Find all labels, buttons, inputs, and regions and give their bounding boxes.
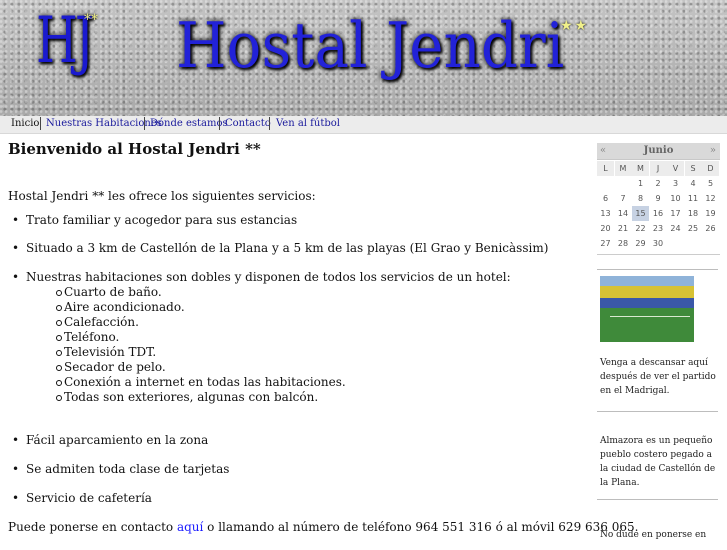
bullet: • [12,270,20,284]
nav-item-inicio[interactable]: Inicio [11,116,39,131]
nav-item-futbol[interactable]: Ven al fútbol [276,116,340,131]
service-text: Fácil aparcamiento en la zona [26,433,209,447]
calendar-day[interactable]: 14 [615,206,632,221]
bullet: • [12,433,20,447]
calendar-day[interactable]: 10 [667,191,684,206]
service-text: Se admiten toda clase de tarjetas [26,462,230,476]
futbol-text: Venga a descansar aquí después de ver el… [600,358,716,396]
calendar-month: Junio [643,145,674,156]
calendar-day[interactable]: 24 [667,221,684,236]
calendar-day[interactable]: 17 [667,206,684,221]
calendar-day[interactable]: 8 [632,191,649,206]
page-title: Bienvenido al Hostal Jendri ** [8,140,261,158]
calendar-day[interactable]: 13 [597,206,614,221]
calendar-header: « Junio » [597,143,720,160]
logo-stars: ** [84,12,98,28]
calendar-weekday: V [667,161,684,176]
nav-item-contacto[interactable]: Contacto [225,116,271,131]
bullet: • [12,462,20,476]
calendar-day[interactable]: 26 [702,221,719,236]
calendar-day[interactable]: 22 [632,221,649,236]
calendar-day[interactable]: 20 [597,221,614,236]
calendar-day[interactable]: 21 [615,221,632,236]
calendar-day[interactable]: 16 [650,206,667,221]
main-nav: Inicio Nuestras Habitaciones Dónde estam… [0,116,727,134]
calendar-day[interactable]: 19 [702,206,719,221]
hostal-logo[interactable]: HJ [36,6,94,76]
contact-text: No dude en ponerse en [600,530,707,540]
contact-info: No dude en ponerse en [597,499,718,550]
calendar-weekday: L [597,161,614,176]
calendar-next-icon[interactable]: » [710,145,716,156]
service-text: Nuestras habitaciones son dobles y dispo… [26,270,511,284]
calendar-day[interactable]: 25 [685,221,702,236]
intro-text: Hostal Jendri ** les ofrece los siguient… [8,189,316,203]
calendar-day[interactable]: 18 [685,206,702,221]
calendar-day[interactable]: 11 [685,191,702,206]
title-stars: ★★ [560,18,590,34]
site-title: Hostal Jendri [176,9,565,82]
futbol-promo: Venga a descansar aquí después de ver el… [597,269,718,410]
stadium-image[interactable] [600,276,694,342]
calendar-day[interactable]: 2 [650,176,667,191]
calendar-weekday: M [614,161,632,176]
calendar-day[interactable]: 23 [650,221,667,236]
calendar-day[interactable]: 1 [632,176,649,191]
bullet: • [12,241,20,255]
calendar-day-today[interactable]: 15 [632,206,649,221]
calendar-day[interactable]: 28 [615,236,632,251]
header-banner: HJ ** Hostal Jendri ★★ [0,0,727,116]
calendar-day[interactable]: 7 [615,191,632,206]
calendar-day[interactable]: 27 [597,236,614,251]
calendar-divider [597,254,720,255]
calendar-weekday: S [684,161,702,176]
calendar-weekday: D [702,161,719,176]
calendar-day[interactable]: 30 [650,236,667,251]
calendar-day[interactable]: 9 [650,191,667,206]
nav-separator [219,117,220,130]
almazora-text: Almazora es un pequeño pueblo costero pe… [600,436,716,488]
almazora-info: Almazora es un pequeño pueblo costero pe… [597,411,718,492]
service-text: Servicio de cafetería [26,491,152,505]
nav-item-donde-estamos[interactable]: Dónde estamos [150,116,228,131]
calendar-weekday: M [632,161,649,176]
bullet: • [12,491,20,505]
calendar-day[interactable]: 6 [597,191,614,206]
calendar-day[interactable]: 4 [685,176,702,191]
calendar-day[interactable]: 5 [702,176,719,191]
calendar-day[interactable]: 29 [632,236,649,251]
nav-separator [269,117,270,130]
nav-separator [144,117,145,130]
service-text: Trato familiar y acogedor para sus estan… [26,213,298,227]
contact-paragraph: Puede ponerse en contacto aquí o llamand… [8,520,639,534]
service-text: Situado a 3 km de Castellón de la Plana … [26,241,549,255]
bullet: • [12,213,20,227]
calendar-day[interactable]: 12 [702,191,719,206]
calendar-weekday: J [649,161,667,176]
calendar-day[interactable]: 3 [667,176,684,191]
nav-separator [40,117,41,130]
contact-link[interactable]: aquí [177,520,203,534]
